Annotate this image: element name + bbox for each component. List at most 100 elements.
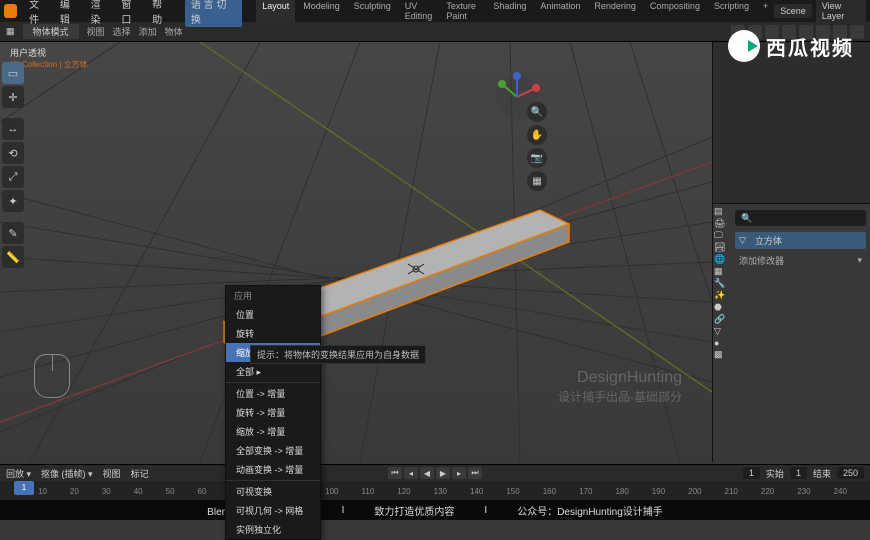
playhead[interactable]: 1 <box>14 481 34 495</box>
prev-key-button[interactable]: ◂ <box>404 467 418 479</box>
tab-add[interactable]: + <box>757 0 774 23</box>
mouse-hint-icon <box>34 354 70 398</box>
proptab-render[interactable]: ▤ <box>714 206 732 217</box>
object-name: 立方体 <box>755 234 782 247</box>
proptab-texture[interactable]: ▩ <box>714 349 732 360</box>
mode-dropdown[interactable]: 物体模式 <box>23 24 79 39</box>
xigua-logo-text: 西瓜视频 <box>766 32 854 61</box>
menu-rot-delta[interactable]: 旋转 -> 增量 <box>226 403 320 422</box>
timeline-view-menu[interactable]: 视图 <box>103 467 121 480</box>
move-tool[interactable]: ↔ <box>2 118 24 140</box>
search-input[interactable] <box>752 213 869 223</box>
tab-texpaint[interactable]: Texture Paint <box>440 0 485 23</box>
workspace-tabs: Layout Modeling Sculpting UV Editing Tex… <box>256 0 774 23</box>
status-mid: 致力打造优质内容 <box>374 503 454 518</box>
tab-layout[interactable]: Layout <box>256 0 295 23</box>
scale-tool[interactable]: ⤢ <box>2 166 24 188</box>
end-frame-field[interactable]: 250 <box>837 467 864 479</box>
menu-render[interactable]: 渲染 <box>85 0 116 26</box>
play-rev-button[interactable]: ◀ <box>420 467 434 479</box>
playback-controls: ⏮ ◂ ◀ ▶ ▸ ⏭ <box>388 467 482 479</box>
menu-add[interactable]: 添加 <box>139 25 157 38</box>
select-tool[interactable]: ▭ <box>2 62 24 84</box>
end-label: 结束 <box>813 467 831 480</box>
proptab-constraints[interactable]: 🔗 <box>714 314 732 325</box>
jump-start-button[interactable]: ⏮ <box>388 467 402 479</box>
menu-view[interactable]: 视图 <box>87 25 105 38</box>
menu-apply-location[interactable]: 位置 <box>226 305 320 324</box>
menu-all-delta[interactable]: 全部变换 -> 增量 <box>226 441 320 460</box>
measure-tool[interactable]: 📏 <box>2 246 24 268</box>
timeline-keying-menu[interactable]: 抠像 (插帧) ▾ <box>41 467 93 480</box>
tab-modeling[interactable]: Modeling <box>297 0 346 23</box>
menu-apply-all[interactable]: 全部 ▸ <box>226 362 320 381</box>
proptab-particles[interactable]: ✨ <box>714 290 732 301</box>
menu-visual-geo[interactable]: 可视几何 -> 网格 <box>226 501 320 520</box>
play-button[interactable]: ▶ <box>436 467 450 479</box>
chevron-down-icon: ▾ <box>857 255 862 266</box>
timeline-ruler[interactable]: 1 10 20 30 40 50 60 70 80 90 100 110 120… <box>0 481 870 501</box>
proptab-modifier[interactable]: 🔧 <box>714 278 732 289</box>
menu-help[interactable]: 帮助 <box>146 0 177 26</box>
add-modifier-dropdown[interactable]: 添加修改器 ▾ <box>735 251 866 270</box>
proptab-material[interactable]: ● <box>714 338 732 348</box>
tab-scripting[interactable]: Scripting <box>708 0 755 23</box>
editor-type-icon[interactable]: ▦ <box>6 26 15 37</box>
proptab-view[interactable]: 🖵 <box>714 230 732 241</box>
context-tooltip: 提示：将物体的变换结果应用为自身数据 <box>250 345 426 364</box>
start-label: 实始 <box>766 467 784 480</box>
start-frame-field[interactable]: 1 <box>790 467 807 479</box>
jump-end-button[interactable]: ⏭ <box>468 467 482 479</box>
tab-sculpting[interactable]: Sculpting <box>348 0 397 23</box>
perspective-icon[interactable]: ▦ <box>527 171 547 191</box>
menu-window[interactable]: 窗口 <box>115 0 146 26</box>
apply-context-menu: 应用 位置 旋转 缩放 全部 ▸ 位置 -> 增量 旋转 -> 增量 缩放 ->… <box>225 285 321 540</box>
next-key-button[interactable]: ▸ <box>452 467 466 479</box>
menu-loc-delta[interactable]: 位置 -> 增量 <box>226 384 320 403</box>
proptab-object[interactable]: ▦ <box>714 266 732 277</box>
menu-select[interactable]: 选择 <box>113 25 131 38</box>
proptab-physics[interactable]: ⬣ <box>714 302 732 313</box>
proptab-world[interactable]: 🌐 <box>714 254 732 265</box>
timeline-playback-menu[interactable]: 回放 ▾ <box>6 467 31 480</box>
3d-viewport[interactable]: 用户透视 (1) Collection | 立方体 ▭ ✛ ↔ ⟲ ⤢ ✦ ✎ … <box>0 42 712 462</box>
viewlayer-selector[interactable]: View Layer <box>816 0 866 23</box>
scene-selector[interactable]: Scene <box>774 4 812 18</box>
menu-file[interactable]: 文件 <box>23 0 54 26</box>
timeline: 回放 ▾ 抠像 (插帧) ▾ 视图 标记 ⏮ ◂ ◀ ▶ ▸ ⏭ 1 实始 1 … <box>0 464 870 500</box>
menu-apply-rotation[interactable]: 旋转 <box>226 324 320 343</box>
watermark-text: DesignHunting 设计捕手出品-基础部分 <box>558 367 682 406</box>
proptab-scene[interactable]: 🏞 <box>714 242 732 253</box>
menu-anim-delta[interactable]: 动画变换 -> 增量 <box>226 460 320 479</box>
xigua-watermark: 西瓜视频 <box>728 30 854 62</box>
proptab-mesh[interactable]: ▽ <box>714 326 732 337</box>
tab-shading[interactable]: Shading <box>487 0 532 23</box>
menu-visual-transform[interactable]: 可视变换 <box>226 482 320 501</box>
timeline-marker-menu[interactable]: 标记 <box>131 467 149 480</box>
current-frame-field[interactable]: 1 <box>743 467 760 479</box>
tab-compositing[interactable]: Compositing <box>644 0 706 23</box>
top-menubar: 文件 编辑 渲染 窗口 帮助 语 言 切 换 Layout Modeling S… <box>0 0 870 22</box>
xigua-logo-icon <box>728 30 760 62</box>
search-icon: 🔍 <box>741 213 752 224</box>
annotate-tool[interactable]: ✎ <box>2 222 24 244</box>
tab-uv[interactable]: UV Editing <box>399 0 439 23</box>
outliner <box>713 42 870 204</box>
properties-search[interactable]: 🔍 <box>735 210 866 226</box>
active-object-row[interactable]: ▽ 立方体 <box>735 232 866 249</box>
tab-rendering[interactable]: Rendering <box>588 0 642 23</box>
zoom-icon[interactable]: 🔍 <box>527 102 547 122</box>
menu-make-instance-real[interactable]: 实例独立化 <box>226 520 320 539</box>
menu-object[interactable]: 物体 <box>165 25 183 38</box>
camera-icon[interactable]: 📷 <box>527 148 547 168</box>
rotate-tool[interactable]: ⟲ <box>2 142 24 164</box>
viewport-nav-buttons: 🔍 ✋ 📷 ▦ <box>527 102 549 191</box>
transform-tool[interactable]: ✦ <box>2 190 24 212</box>
cursor-tool[interactable]: ✛ <box>2 86 24 108</box>
language-switch-button[interactable]: 语 言 切 换 <box>185 0 242 27</box>
proptab-output[interactable]: 🖨 <box>714 218 732 229</box>
tab-animation[interactable]: Animation <box>534 0 586 23</box>
menu-edit[interactable]: 编辑 <box>54 0 85 26</box>
pan-icon[interactable]: ✋ <box>527 125 547 145</box>
menu-scale-delta[interactable]: 缩放 -> 增量 <box>226 422 320 441</box>
